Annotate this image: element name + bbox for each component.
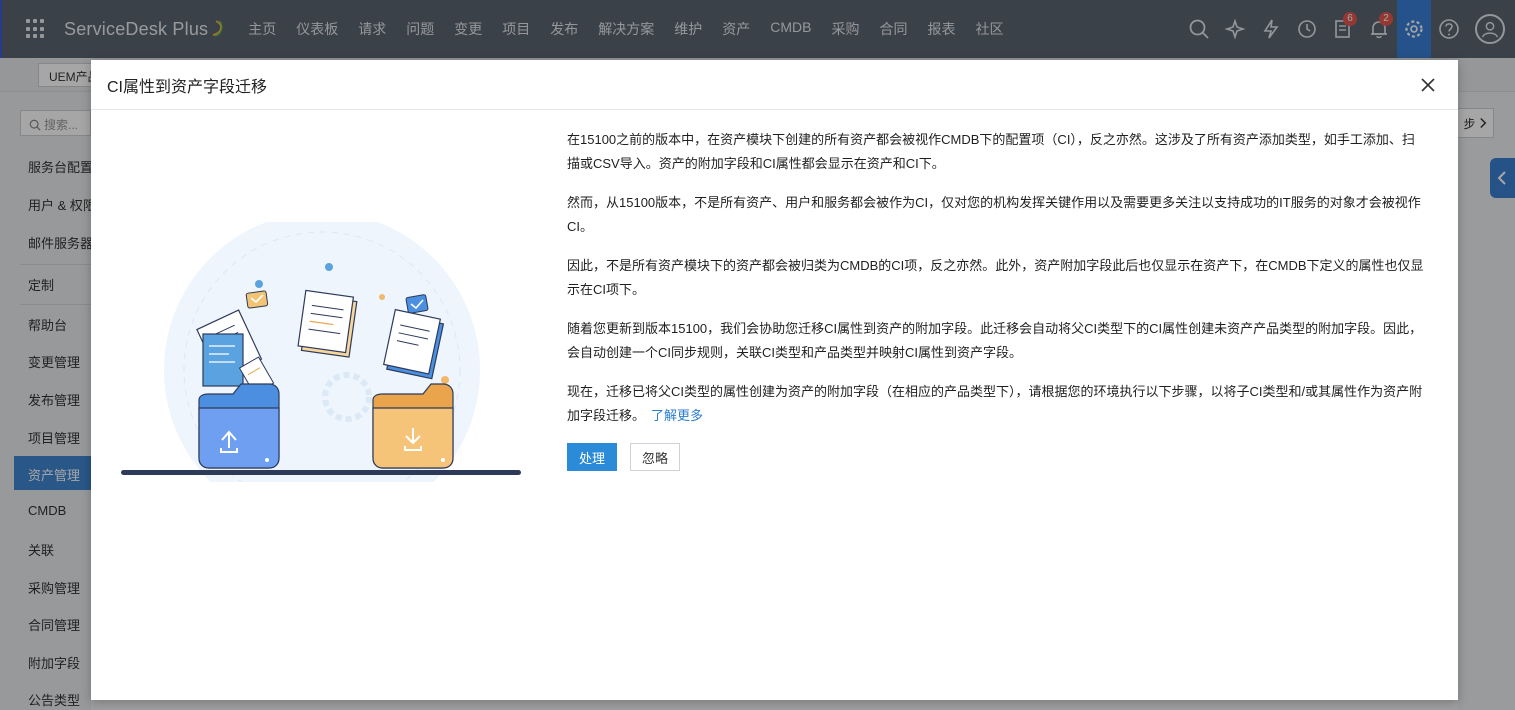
process-button[interactable]: 处理 (567, 443, 618, 471)
info-paragraph-1: 在15100之前的版本中，在资产模块下创建的所有资产都会被视作CMDB下的配置项… (567, 132, 1415, 171)
dialog-header: CI属性到资产字段迁移 (91, 60, 1458, 110)
dialog-actions: 处理 忽略 (567, 443, 1427, 471)
info-paragraph-3: 因此，不是所有资产模块下的资产都会被归类为CMDB的CI项，反之亦然。此外，资产… (567, 258, 1424, 297)
illus-ground-line (121, 470, 521, 475)
close-icon[interactable] (1418, 75, 1438, 95)
info-paragraph-2: 然而，从15100版本，不是所有资产、用户和服务都会被作为CI，仅对您的机构发挥… (567, 195, 1421, 234)
dialog-content: 在15100之前的版本中，在资产模块下创建的所有资产都会被视作CMDB下的配置项… (567, 128, 1427, 471)
illus-dot (255, 280, 263, 288)
illus-document (297, 289, 358, 358)
ignore-button[interactable]: 忽略 (630, 443, 681, 471)
dialog-title: CI属性到资产字段迁移 (107, 78, 268, 96)
illus-dot (325, 263, 333, 271)
illus-card (245, 290, 269, 309)
migration-dialog: CI属性到资产字段迁移 在15100之前的版本中，在资产模块下创建的所有资产都会… (91, 60, 1458, 700)
illus-dot (441, 376, 449, 384)
migration-illustration (121, 222, 521, 482)
download-folder (372, 383, 454, 469)
illus-card (405, 294, 429, 314)
upload-folder (198, 383, 280, 469)
learn-more-link[interactable]: 了解更多 (651, 408, 703, 423)
illus-document (202, 333, 244, 387)
info-paragraph-4: 随着您更新到版本15100，我们会协助您迁移CI属性到资产的附加字段。此迁移会自… (567, 321, 1423, 360)
illus-dot (379, 294, 385, 300)
info-paragraph-5: 现在，迁移已将父CI类型的属性创建为资产的附加字段（在相应的产品类型下），请根据… (567, 380, 1427, 428)
